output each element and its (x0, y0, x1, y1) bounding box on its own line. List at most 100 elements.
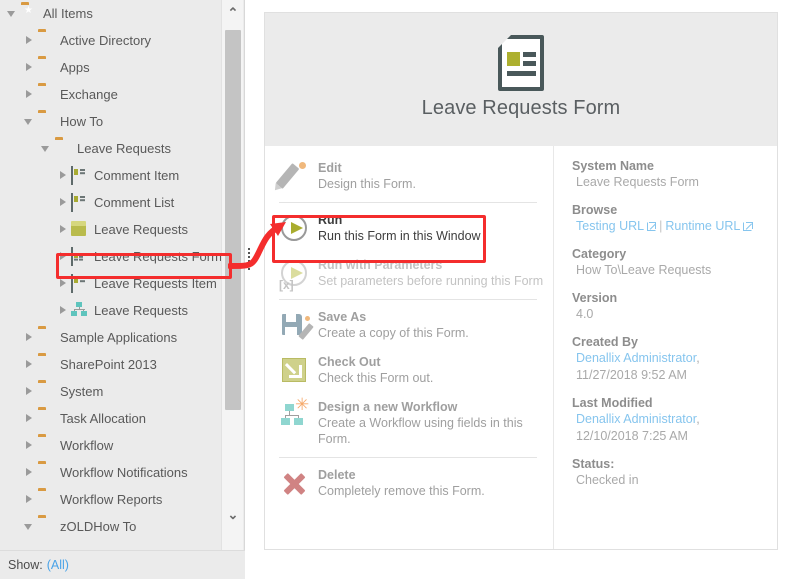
action-description: Set parameters before running this Form (318, 274, 544, 288)
tree-item-workflow-notifications[interactable]: Workflow Notifications (0, 459, 222, 486)
tree-item-all-items[interactable]: All Items (0, 0, 222, 27)
tree-item-comment-item[interactable]: Comment Item (0, 162, 222, 189)
check-out-icon (279, 354, 311, 386)
tree-item-leave-requests[interactable]: Leave Requests (0, 135, 222, 162)
twisty-collapsed-icon[interactable] (23, 378, 37, 405)
tree-item-leave-requests[interactable]: Leave Requests (0, 216, 222, 243)
folder-icon (37, 437, 54, 454)
tree-item-label: Comment Item (94, 168, 180, 183)
scroll-up-arrow-icon[interactable]: ⌃ (222, 2, 244, 24)
twisty-collapsed-icon[interactable] (23, 405, 37, 432)
twisty-collapsed-icon[interactable] (23, 27, 37, 54)
folder-icon (37, 518, 54, 535)
show-filter-link[interactable]: (All) (47, 558, 69, 572)
action-save-as[interactable]: Save As Create a copy of this Form. (279, 303, 553, 348)
tree-item-system[interactable]: System (0, 378, 222, 405)
meta-system-name: System Name Leave Requests Form (572, 158, 777, 191)
created-by-user-link[interactable]: Denallix Administrator (576, 351, 696, 365)
save-as-icon (279, 309, 314, 341)
tree-item-label: Active Directory (60, 33, 152, 48)
tree-item-workflow-reports[interactable]: Workflow Reports (0, 486, 222, 513)
action-run[interactable]: Run Run this Form in this Window (279, 206, 553, 251)
tree-scrollbar[interactable]: ⌃ ⌄ (221, 0, 243, 550)
tree-item-how-to[interactable]: How To (0, 108, 222, 135)
action-check-out[interactable]: Check Out Check this Form out. (279, 348, 553, 393)
twisty-collapsed-icon[interactable] (23, 486, 37, 513)
link-divider: | (659, 219, 663, 233)
tree-item-label: Leave Requests (94, 222, 188, 237)
annotation-tick (248, 248, 250, 270)
tree-item-label: Leave Requests Form (94, 249, 222, 264)
view-icon (71, 166, 88, 185)
external-link-icon[interactable] (647, 221, 657, 231)
tree-item-leave-requests-form[interactable]: Leave Requests Form (0, 243, 222, 270)
twisty-expanded-icon[interactable] (40, 135, 54, 162)
action-design-a-new-workflow[interactable]: ✳ Design a new Workflow Create a Workflow … (279, 393, 553, 454)
folder-icon (37, 59, 54, 76)
twisty-collapsed-icon[interactable] (23, 351, 37, 378)
twisty-collapsed-icon[interactable] (57, 162, 71, 189)
form-icon (71, 247, 88, 266)
folder-icon (37, 86, 54, 103)
folder-icon (37, 383, 54, 400)
tree-item-active-directory[interactable]: Active Directory (0, 27, 222, 54)
meta-version: Version 4.0 (572, 290, 777, 323)
status-label: Status: (572, 457, 615, 471)
action-edit[interactable]: Edit Design this Form. (275, 154, 553, 199)
twisty-expanded-icon[interactable] (6, 0, 20, 27)
external-link-icon[interactable] (743, 221, 753, 231)
browse-label: Browse (572, 203, 618, 217)
twisty-collapsed-icon[interactable] (23, 432, 37, 459)
tree-item-label: How To (60, 114, 104, 129)
category-tree[interactable]: All Items Active Directory Apps Exchange How… (0, 0, 222, 550)
tree-item-apps[interactable]: Apps (0, 54, 222, 81)
created-by-label: Created By (572, 335, 638, 349)
action-run-with-parameters[interactable]: [x] Run with Parameters Set parameters bef… (279, 251, 553, 296)
last-modified-date: 12/10/2018 7:25 AM (576, 429, 688, 443)
scrollbar-thumb[interactable] (225, 30, 241, 410)
action-description: Completely remove this Form. (318, 484, 485, 498)
twisty-collapsed-icon[interactable] (23, 324, 37, 351)
twisty-collapsed-icon[interactable] (57, 270, 71, 297)
twisty-collapsed-icon[interactable] (57, 297, 71, 324)
tree-item-leave-requests[interactable]: Leave Requests (0, 297, 222, 324)
tree-item-zoldhow-to[interactable]: zOLDHow To (0, 513, 222, 540)
twisty-collapsed-icon[interactable] (23, 81, 37, 108)
action-delete[interactable]: Delete Completely remove this Form. (279, 461, 553, 506)
page-title: Leave Requests Form (421, 97, 621, 119)
item-detail-card: Leave Requests Form Edit Design this Form… (264, 12, 778, 550)
folder-icon (37, 491, 54, 508)
testing-url-link[interactable]: Testing URL (576, 219, 644, 233)
tree-item-comment-list[interactable]: Comment List (0, 189, 222, 216)
twisty-collapsed-icon[interactable] (23, 459, 37, 486)
tree-item-exchange[interactable]: Exchange (0, 81, 222, 108)
meta-last-modified: Last Modified Denallix Administrator, 12… (572, 395, 777, 445)
twisty-collapsed-icon[interactable] (57, 189, 71, 216)
form-document-icon (498, 35, 544, 91)
twisty-expanded-icon[interactable] (23, 513, 37, 540)
tree-item-workflow[interactable]: Workflow (0, 432, 222, 459)
tree-item-sharepoint-2013[interactable]: SharePoint 2013 (0, 351, 222, 378)
tree-item-task-allocation[interactable]: Task Allocation (0, 405, 222, 432)
action-title: Run (318, 213, 343, 227)
pencil-icon (275, 160, 311, 192)
runtime-url-link[interactable]: Runtime URL (665, 219, 740, 233)
twisty-collapsed-icon[interactable] (57, 216, 71, 243)
tree-item-sample-applications[interactable]: Sample Applications (0, 324, 222, 351)
last-modified-value: Denallix Administrator, (572, 411, 777, 428)
action-title: Save As (318, 310, 367, 324)
category-label: Category (572, 247, 627, 261)
action-list: Edit Design this Form. Run Run this Form in… (265, 146, 553, 549)
last-modified-user-link[interactable]: Denallix Administrator (576, 412, 696, 426)
detail-body: Edit Design this Form. Run Run this Form in… (265, 146, 777, 549)
created-by-date: 11/27/2018 9:52 AM (576, 368, 687, 382)
scroll-down-arrow-icon[interactable]: ⌄ (222, 504, 244, 526)
action-title: Check Out (318, 355, 381, 369)
tree-item-leave-requests-item[interactable]: Leave Requests Item (0, 270, 222, 297)
twisty-expanded-icon[interactable] (23, 108, 37, 135)
twisty-collapsed-icon[interactable] (57, 243, 71, 270)
action-divider (279, 457, 537, 458)
status-badge: Checked in (576, 473, 639, 487)
twisty-collapsed-icon[interactable] (23, 54, 37, 81)
tree-item-label: zOLDHow To (60, 519, 137, 534)
